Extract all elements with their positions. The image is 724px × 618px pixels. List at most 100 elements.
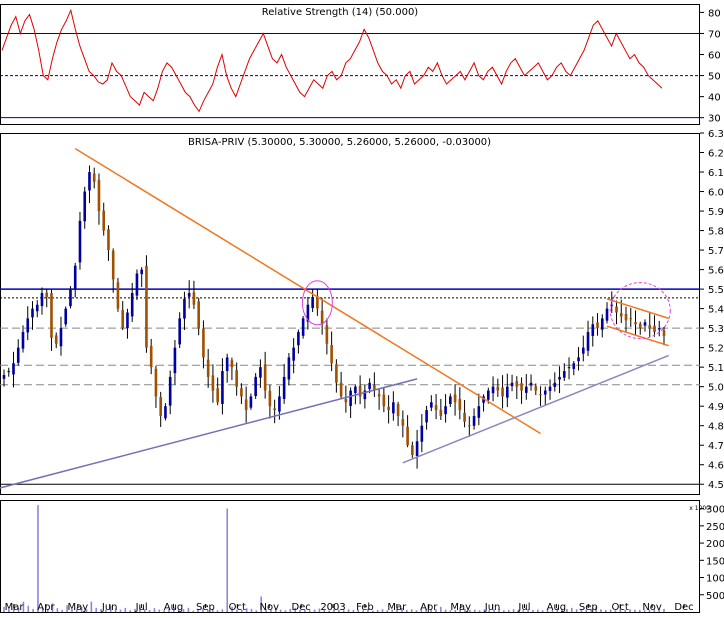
volume-tick-label: 10000 <box>706 574 724 585</box>
x-tick-label: May <box>67 602 88 613</box>
price-tick-label: 5.4 <box>708 305 724 316</box>
candle-body <box>596 322 599 329</box>
candle-body <box>401 419 405 426</box>
candle-body <box>54 335 58 344</box>
x-tick-label: Apr <box>420 602 438 613</box>
price-tick-label: 4.9 <box>708 402 724 413</box>
candle-body <box>468 425 471 427</box>
candle-body <box>330 345 333 364</box>
rsi-tick-label: 70 <box>708 29 721 40</box>
candle-body <box>301 318 305 336</box>
candle-body <box>411 445 414 455</box>
volume-tick-label: 5000 <box>706 591 724 602</box>
price-tick-label: 5.5 <box>708 285 724 296</box>
candle-body <box>88 172 91 191</box>
volume-bar <box>503 610 505 612</box>
candle-body <box>501 387 504 397</box>
candle-body <box>211 375 215 391</box>
price-title: BRISA-PRIV (5.30000, 5.30000, 5.26000, 5… <box>188 137 491 148</box>
candle-body <box>430 402 433 408</box>
volume-bar <box>279 609 282 612</box>
candle-body <box>553 382 557 387</box>
candle-body <box>662 330 666 336</box>
candle-body <box>648 325 652 329</box>
volume-bar <box>604 609 607 612</box>
candle-body <box>107 229 110 251</box>
x-tick-label: Nov <box>259 602 279 613</box>
candle-body <box>434 405 438 411</box>
candle-body <box>73 265 77 290</box>
candle-body <box>358 385 362 397</box>
price-tick-label: 5.8 <box>708 227 724 238</box>
candle-body <box>297 332 300 346</box>
candle-body <box>197 301 200 329</box>
x-tick-label: Dec <box>291 602 310 613</box>
candle-body <box>619 313 623 317</box>
candle-body <box>629 318 633 320</box>
x-tick-label: Sep <box>196 602 215 613</box>
x-tick-label: 2003 <box>320 602 345 613</box>
candle-body <box>244 399 248 411</box>
candle-body <box>382 394 386 407</box>
candle-body <box>600 318 604 330</box>
candle-body <box>510 382 514 387</box>
candle-body <box>368 382 371 390</box>
volume-bar <box>638 609 641 612</box>
candle-body <box>130 293 134 317</box>
candle-body <box>92 173 96 182</box>
price-tick-label: 5.7 <box>708 246 724 257</box>
candle-body <box>339 382 343 397</box>
candle-body <box>444 406 447 415</box>
candle-body <box>463 412 466 422</box>
volume-bar <box>37 505 39 612</box>
candle-body <box>420 425 424 442</box>
volume-bar <box>415 610 418 612</box>
candle-body <box>21 332 25 349</box>
volume-bar <box>444 609 447 612</box>
candle-body <box>349 390 352 406</box>
candle-body <box>458 398 462 411</box>
volume-bar <box>192 610 195 612</box>
candle-body <box>472 415 476 426</box>
price-tick-label: 5.3 <box>708 324 724 335</box>
candle-body <box>506 386 509 398</box>
x-tick-label: Jun <box>101 602 118 613</box>
volume-bar <box>56 608 59 612</box>
candle-body <box>335 364 338 383</box>
volume-bar <box>95 607 98 612</box>
volume-bar <box>376 609 379 612</box>
candle-body <box>605 308 609 321</box>
candle-body <box>111 250 115 280</box>
candle-body <box>173 347 177 374</box>
candle-body <box>50 293 53 338</box>
candle-body <box>216 388 219 403</box>
candle-body <box>491 386 495 394</box>
candle-body <box>206 359 210 377</box>
x-tick-label: May <box>450 602 471 613</box>
volume-tick-label: 25000 <box>706 522 724 533</box>
candle-body <box>377 394 381 397</box>
candle-body <box>515 381 519 387</box>
candle-body <box>392 402 395 414</box>
candle-body <box>40 293 44 307</box>
price-tick-label: 6.1 <box>708 168 724 179</box>
volume-tick-label: 20000 <box>706 539 724 550</box>
volume-bar <box>507 609 510 612</box>
candle-body <box>520 383 523 391</box>
candle-body <box>496 386 500 391</box>
price-tick-label: 4.7 <box>708 441 724 452</box>
volume-unit-label: x 1000 <box>689 505 710 512</box>
volume-bar <box>473 609 476 612</box>
candle-body <box>145 265 148 348</box>
price-tick-label: 6.2 <box>708 149 724 160</box>
candle-body <box>278 396 281 412</box>
x-tick-label: Dec <box>674 602 693 613</box>
x-tick-label: Aug <box>164 602 184 613</box>
candle-body <box>263 364 267 391</box>
candle-body <box>202 328 205 358</box>
candle-body <box>164 406 167 419</box>
candle-body <box>178 318 181 345</box>
candle-body <box>415 441 419 457</box>
candle-body <box>548 386 552 391</box>
candle-body <box>140 269 144 275</box>
